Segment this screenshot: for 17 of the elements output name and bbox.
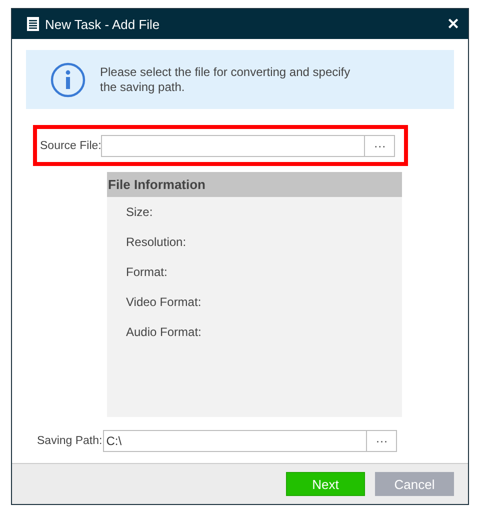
info-field-label: Resolution: — [125, 234, 188, 251]
browse-button[interactable]: ··· — [367, 430, 398, 452]
panel-header: File Information — [107, 172, 402, 197]
saving-path-field[interactable]: C:\ — [103, 430, 368, 452]
saving-path-label: Saving Path: — [37, 435, 102, 447]
info-field-label: Format: — [125, 264, 168, 281]
window-title: New Task - Add File — [45, 16, 161, 32]
source-file-label: Source File: — [40, 140, 102, 152]
browse-button[interactable]: ··· — [365, 134, 396, 156]
info-icon — [50, 62, 86, 98]
document-icon — [27, 17, 39, 31]
close-button[interactable]: ✕ — [447, 15, 460, 33]
info-field-label: Video Format: — [125, 294, 202, 311]
info-field-label: Audio Format: — [125, 324, 202, 341]
info-message: Please select the file for converting and specify the saving path. — [100, 64, 352, 94]
info-field-label: Size: — [125, 204, 154, 221]
source-file-field[interactable] — [101, 134, 366, 156]
